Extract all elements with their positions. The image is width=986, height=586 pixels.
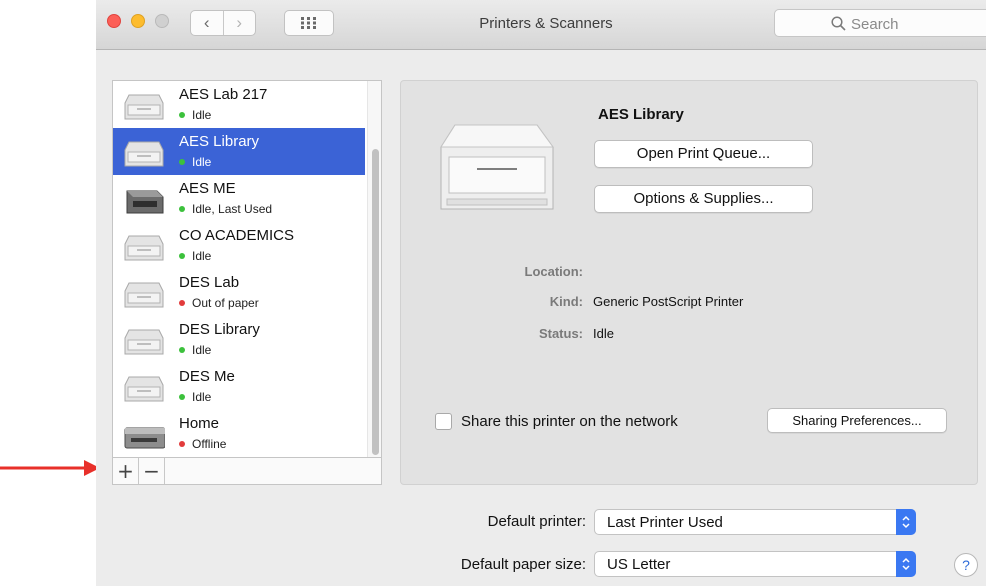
paper-size-value: US Letter [607,556,671,573]
printer-status: Idle [179,155,211,169]
default-printer-label: Default printer: [487,513,586,530]
printer-icon [124,376,164,402]
window-title: Printers & Scanners [479,15,613,32]
printer-status: Idle [179,390,211,404]
popup-stepper [896,551,916,577]
status-label: Status: [538,326,583,341]
printer-large-icon [440,124,554,210]
forward-button[interactable]: › [222,11,256,35]
minimize-window-button[interactable] [131,14,145,28]
status-value: Idle [593,326,614,341]
printer-status: Idle [179,108,211,122]
status-dot [179,394,185,400]
back-button[interactable]: ‹ [191,11,223,35]
printers-scanners-window: ‹ › Printers & Scanners Search AES Lab 2… [96,0,986,586]
printer-list-item[interactable]: AES ME Idle, Last Used [113,175,365,222]
chevron-right-icon: › [236,13,243,32]
search-field[interactable] [774,9,986,37]
printer-status-text: Idle [192,390,212,404]
help-button[interactable]: ? [954,553,978,577]
status-dot [179,112,185,118]
scrollbar-thumb[interactable] [372,149,379,455]
printer-icon [124,282,164,308]
default-printer-value: Last Printer Used [607,514,723,531]
location-label: Location: [524,264,584,279]
grid-view-icon [301,17,316,29]
printer-icon [124,235,164,261]
printer-name: DES Library [179,321,260,338]
back-forward-group: ‹ › [190,10,256,36]
status-dot [179,441,185,447]
printer-status-text: Out of paper [192,296,259,310]
printer-icon [124,329,164,355]
close-window-button[interactable] [107,14,121,28]
printer-status-text: Idle [192,249,212,263]
printer-status: Idle [179,249,211,263]
share-printer-label: Share this printer on the network [461,413,678,430]
printer-name: DES Me [179,368,235,385]
printer-list-scrollbar[interactable] [367,81,381,457]
printer-status-text: Idle [192,155,212,169]
printer-status: Idle, Last Used [179,202,272,216]
printer-status-text: Idle [192,108,212,122]
printer-status-text: Offline [192,437,227,451]
sharing-preferences-button[interactable]: Sharing Preferences... [767,408,947,433]
paper-size-label: Default paper size: [460,556,586,573]
up-down-chevrons-icon [902,515,910,529]
chevron-left-icon: ‹ [203,13,210,32]
kind-label: Kind: [549,294,583,309]
status-dot [179,347,185,353]
paper-size-popup[interactable]: US Letter [594,551,916,577]
up-down-chevrons-icon [902,557,910,571]
printer-name: AES ME [179,180,236,197]
printer-icon [124,141,164,167]
printer-name: DES Lab [179,274,240,291]
printer-status-text: Idle, Last Used [192,202,273,216]
printer-icon [124,94,164,120]
status-dot [179,253,185,259]
printer-list-item[interactable]: DES Lab Out of paper [113,269,365,316]
zoom-window-button[interactable] [155,14,169,28]
printer-list[interactable]: AES Lab 217 Idle AES Library Idle AES ME… [112,80,382,458]
printer-detail-panel: AES Library Open Print Queue... Options … [400,80,978,485]
status-dot [179,300,185,306]
status-dot [179,159,185,165]
inkjet-printer-icon [124,427,165,449]
printer-list-item[interactable]: DES Library Idle [113,316,365,363]
laser-printer-icon [126,190,164,214]
printer-list-item[interactable]: Home Offline [113,410,365,457]
printer-status: Out of paper [179,296,259,310]
search-input[interactable] [851,14,981,34]
open-print-queue-button[interactable]: Open Print Queue... [594,140,813,168]
annotation-arrow-icon [0,460,100,476]
printer-name: AES Lab 217 [179,86,268,103]
printer-list-item[interactable]: DES Me Idle [113,363,365,410]
options-supplies-button[interactable]: Options & Supplies... [594,185,813,213]
add-printer-button[interactable]: + [113,458,139,484]
remove-printer-button[interactable]: − [139,458,165,484]
printer-name: Home [179,415,220,432]
show-all-button[interactable] [284,10,334,36]
printer-list-item-selected[interactable]: AES Library Idle [113,128,365,175]
printer-list-item[interactable]: CO ACADEMICS Idle [113,222,365,269]
printer-status-text: Idle [192,343,212,357]
status-dot [179,206,185,212]
popup-stepper [896,509,916,535]
search-icon [831,16,846,31]
printer-name: CO ACADEMICS [179,227,295,244]
list-add-remove-bar: + − [112,458,382,485]
printer-title: AES Library [598,106,684,123]
printer-name: AES Library [179,133,260,150]
title-bar: ‹ › Printers & Scanners [96,0,986,50]
default-printer-popup[interactable]: Last Printer Used [594,509,916,535]
kind-value: Generic PostScript Printer [593,294,744,309]
printer-status: Idle [179,343,211,357]
share-printer-checkbox[interactable] [435,413,452,430]
printer-status: Offline [179,437,226,451]
printer-list-item[interactable]: AES Lab 217 Idle [113,81,365,128]
